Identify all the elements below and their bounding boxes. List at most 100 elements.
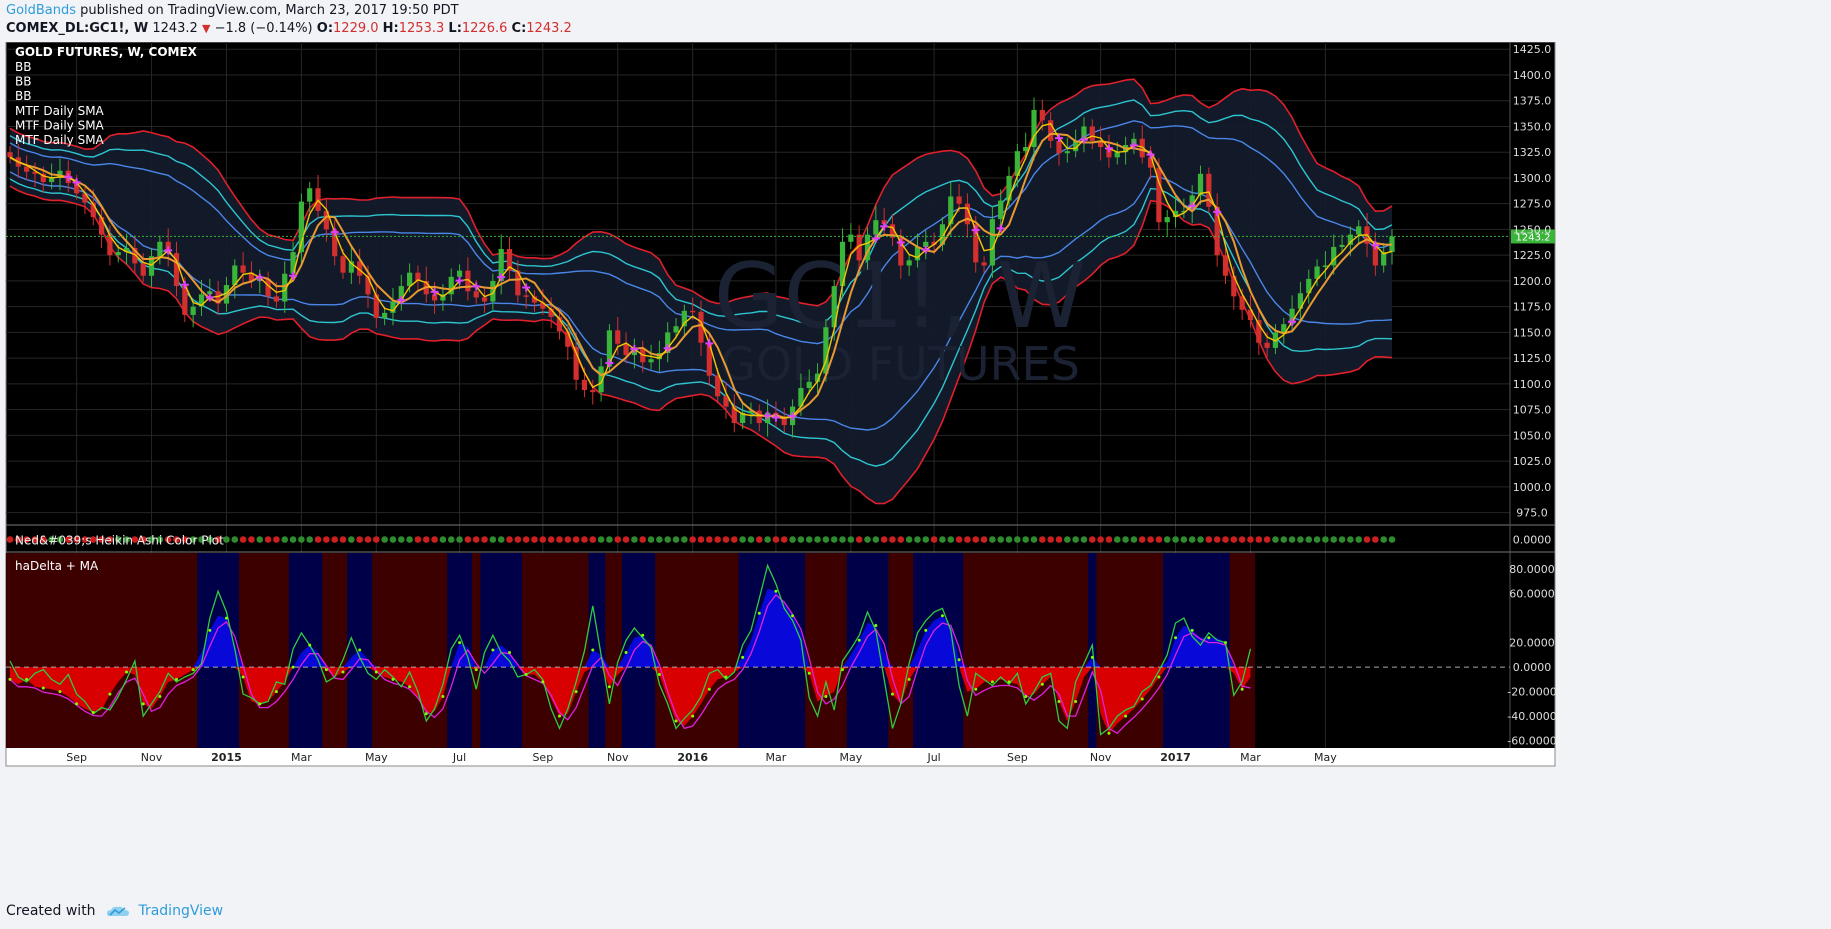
author-link[interactable]: GoldBands bbox=[6, 3, 76, 18]
trend-background-bar bbox=[1237, 553, 1247, 748]
ma-point bbox=[957, 658, 961, 662]
heikin-ashi-dot bbox=[614, 536, 622, 543]
heikin-ashi-dot bbox=[839, 536, 846, 543]
ma-point bbox=[141, 702, 145, 706]
candle-body bbox=[1039, 109, 1045, 121]
heikin-ashi-dot bbox=[805, 536, 813, 543]
heikin-ashi-dot bbox=[681, 536, 688, 543]
candle-body bbox=[24, 166, 30, 172]
heikin-ashi-dot bbox=[1080, 536, 1088, 543]
ma-point bbox=[208, 628, 212, 632]
ma-point bbox=[474, 668, 478, 672]
trend-background-bar bbox=[263, 553, 273, 748]
heikin-ashi-dot bbox=[706, 536, 713, 543]
trend-background-bar bbox=[546, 553, 556, 748]
ma-point bbox=[291, 665, 295, 669]
candle-body bbox=[1339, 244, 1345, 247]
heikin-ashi-dot bbox=[239, 536, 247, 543]
heikin-ashi-dot bbox=[331, 536, 338, 543]
candle-body bbox=[623, 343, 629, 356]
trend-background-bar bbox=[39, 553, 48, 748]
heikin-ashi-dot bbox=[1272, 536, 1279, 543]
heikin-ashi-dot bbox=[447, 536, 455, 543]
ma-point bbox=[25, 677, 29, 681]
heikin-ashi-dot bbox=[406, 536, 413, 543]
candle-body bbox=[581, 379, 588, 391]
time-tick-label: Mar bbox=[291, 751, 312, 764]
time-tick-label: Sep bbox=[1007, 751, 1028, 764]
ma-point bbox=[1240, 687, 1244, 691]
trend-background-bar bbox=[64, 553, 73, 748]
heikin-ashi-dot bbox=[1055, 536, 1063, 543]
heikin-ashi-dot bbox=[889, 536, 896, 543]
indicator-legend-item: BB bbox=[15, 75, 31, 89]
candle-body bbox=[648, 359, 654, 363]
heikin-ashi-dot bbox=[672, 536, 680, 543]
candle-body bbox=[615, 330, 621, 344]
trend-background-bar bbox=[1021, 553, 1031, 748]
candle-body bbox=[873, 220, 879, 235]
heikin-ashi-dot bbox=[1305, 536, 1313, 543]
publish-info: published on TradingView.com, March 23, … bbox=[76, 3, 459, 18]
candle-body bbox=[806, 381, 812, 389]
ma-point bbox=[308, 643, 312, 647]
heikin-ashi-dot bbox=[223, 536, 230, 543]
ma-point bbox=[857, 638, 861, 642]
chart-canvas[interactable]: GC1!, WGOLD FUTURES1243.21425.01400.0137… bbox=[0, 42, 1831, 880]
heikin-ashi-dot bbox=[814, 536, 821, 543]
candle-body bbox=[1264, 342, 1270, 348]
trend-background-bar bbox=[388, 553, 398, 748]
heikin-ashi-dot bbox=[456, 536, 463, 543]
trend-background-bar bbox=[47, 553, 57, 748]
heikin-ashi-dot bbox=[564, 536, 572, 543]
price-tick-label: 1175.0 bbox=[1513, 301, 1552, 314]
symbol-label: COMEX_DL:GC1!, W bbox=[6, 21, 149, 36]
trend-background-bar bbox=[30, 553, 40, 748]
trend-background-bar bbox=[188, 553, 198, 748]
trend-background-bar bbox=[55, 553, 65, 748]
trend-background-bar bbox=[322, 553, 332, 748]
heikin-ashi-dot bbox=[1355, 536, 1362, 543]
heikin-ashi-dot bbox=[1388, 536, 1396, 543]
ma-point bbox=[8, 677, 12, 681]
price-tick-label: 1350.0 bbox=[1513, 120, 1552, 133]
time-tick-label: Nov bbox=[607, 751, 629, 764]
heikin-ashi-dot bbox=[1255, 536, 1263, 543]
candle-body bbox=[523, 295, 529, 297]
time-tick-label: Jul bbox=[452, 751, 466, 764]
tradingview-link[interactable]: TradingView bbox=[138, 903, 223, 919]
candle-body bbox=[473, 291, 479, 298]
heikin-ashi-dot bbox=[348, 536, 355, 543]
trend-background-bar bbox=[721, 553, 731, 748]
heikin-ashi-dot bbox=[1263, 536, 1271, 543]
ma-point bbox=[374, 670, 378, 674]
ma-point bbox=[707, 687, 711, 691]
trend-background-bar bbox=[730, 553, 739, 748]
heikin-ashi-dot bbox=[731, 536, 738, 543]
heikin-ashi-dot bbox=[872, 536, 880, 543]
candle-body bbox=[456, 270, 463, 277]
heikin-ashi-dot bbox=[256, 536, 264, 543]
time-tick-label: Sep bbox=[66, 751, 87, 764]
hist-tick-label: -60.0000 bbox=[1507, 735, 1556, 748]
heikin-ashi-dot bbox=[722, 536, 730, 543]
candle-body bbox=[481, 297, 488, 302]
heikin-ashi-dot bbox=[747, 536, 755, 543]
trend-background-bar bbox=[1013, 553, 1023, 748]
candle-body bbox=[98, 217, 105, 235]
heikin-ashi-dot bbox=[1155, 536, 1163, 543]
ma-point bbox=[458, 641, 462, 645]
ma-point bbox=[657, 673, 661, 676]
heikin-ashi-dot bbox=[1313, 536, 1321, 543]
trend-background-bar bbox=[105, 553, 115, 748]
candle-body bbox=[1089, 126, 1095, 141]
candle-body bbox=[715, 375, 721, 397]
heikin-ashi-dot bbox=[697, 536, 705, 543]
time-tick-label: Mar bbox=[1240, 751, 1261, 764]
candle-body bbox=[1356, 226, 1362, 235]
trend-background-bar bbox=[430, 553, 440, 748]
candle-body bbox=[565, 331, 571, 347]
heikin-ashi-dot bbox=[656, 536, 663, 543]
time-tick-label: May bbox=[1314, 751, 1337, 764]
heikin-ashi-dot bbox=[589, 536, 597, 543]
